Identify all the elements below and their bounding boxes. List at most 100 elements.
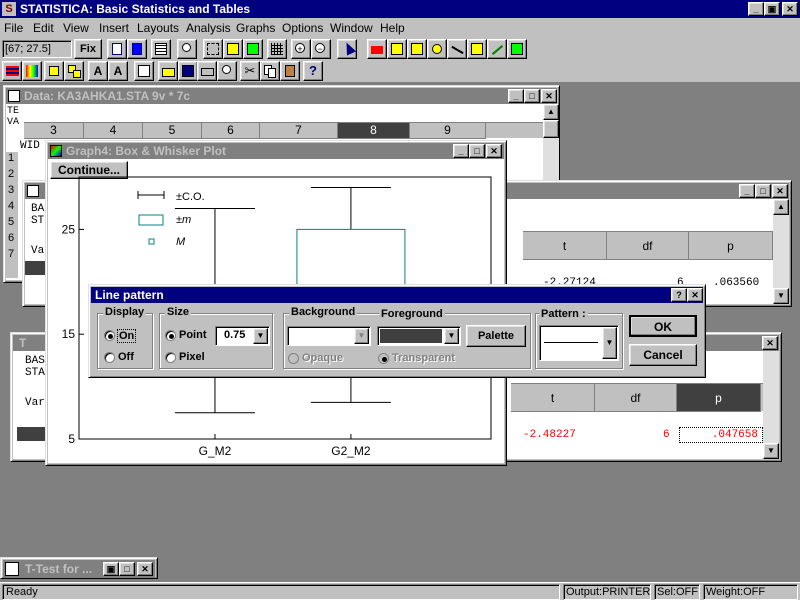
graph-layout-icon[interactable] bbox=[107, 39, 127, 59]
column-header-9[interactable]: 9 bbox=[410, 123, 486, 139]
ttest1-header-df[interactable]: df bbox=[607, 232, 689, 260]
graph-maximize-button[interactable]: □ bbox=[469, 144, 485, 158]
font-increase-icon[interactable]: A bbox=[88, 61, 108, 81]
graph-minimize-button[interactable]: _ bbox=[453, 144, 469, 158]
app-minimize-button[interactable]: _ bbox=[748, 2, 764, 16]
ttest2-header-df[interactable]: df bbox=[595, 384, 677, 412]
menu-help[interactable]: Help bbox=[380, 21, 405, 35]
column-header-3[interactable]: 3 bbox=[24, 123, 84, 139]
grid-icon[interactable] bbox=[267, 39, 287, 59]
draw-tool-2-icon[interactable] bbox=[387, 39, 407, 59]
column-header-8[interactable]: 8 bbox=[338, 123, 410, 139]
transparent-radio[interactable] bbox=[378, 353, 389, 364]
draw-tool-1-icon[interactable] bbox=[367, 39, 387, 59]
ttest1-close-button[interactable]: ✕ bbox=[772, 184, 788, 198]
ttest2-vertical-scrollbar[interactable]: ▼ bbox=[763, 351, 779, 459]
ttest2-close-button[interactable]: ✕ bbox=[762, 336, 778, 350]
ttest2-header-p[interactable]: p bbox=[677, 384, 761, 412]
size-pixel-label[interactable]: Pixel bbox=[179, 351, 205, 363]
draw-tool-6-icon[interactable] bbox=[467, 39, 487, 59]
pattern-dropdown-arrow-icon[interactable]: ▼ bbox=[602, 327, 617, 359]
ttest1-scroll-up-button[interactable]: ▲ bbox=[773, 199, 789, 215]
zoom-plus-icon[interactable]: + bbox=[291, 39, 311, 59]
display-off-label[interactable]: Off bbox=[118, 351, 134, 363]
draw-tool-8-icon[interactable] bbox=[507, 39, 527, 59]
size-dropdown-arrow-icon[interactable]: ▼ bbox=[253, 328, 268, 344]
help-button[interactable]: ? bbox=[303, 61, 323, 81]
background-dropdown-arrow-icon[interactable]: ▼ bbox=[354, 328, 369, 344]
menu-edit[interactable]: Edit bbox=[33, 21, 54, 35]
app-title-bar[interactable]: S STATISTICA: Basic Statistics and Table… bbox=[0, 0, 800, 18]
graph-window-icon[interactable] bbox=[127, 39, 147, 59]
app-restore-button[interactable]: ▣ bbox=[764, 2, 780, 16]
open-file-icon[interactable] bbox=[158, 61, 178, 81]
foreground-color-select[interactable]: ▼ bbox=[377, 326, 461, 346]
frame-double-icon[interactable] bbox=[64, 61, 84, 81]
pattern-select[interactable]: ▼ bbox=[539, 325, 619, 361]
draw-tool-7-icon[interactable] bbox=[487, 39, 507, 59]
pointer-icon[interactable] bbox=[337, 39, 357, 59]
column-header-6[interactable]: 6 bbox=[202, 123, 260, 139]
zoom-minus-icon[interactable]: − bbox=[311, 39, 331, 59]
fix-button[interactable]: Fix bbox=[74, 39, 102, 59]
cancel-button[interactable]: Cancel bbox=[629, 344, 697, 366]
column-header-4[interactable]: 4 bbox=[84, 123, 143, 139]
row-number-6[interactable]: 6 bbox=[8, 232, 14, 244]
transparent-label[interactable]: Transparent bbox=[392, 352, 455, 364]
zoom-region-icon[interactable] bbox=[203, 39, 223, 59]
copy-icon[interactable] bbox=[260, 61, 280, 81]
ok-button[interactable]: OK bbox=[629, 315, 697, 337]
data-scroll-thumb[interactable] bbox=[543, 120, 559, 138]
minimized-restore-button[interactable]: ▣ bbox=[103, 562, 119, 576]
size-value-select[interactable]: 0.75 ▼ bbox=[215, 326, 270, 346]
column-header-7[interactable]: 7 bbox=[260, 123, 338, 139]
opaque-label[interactable]: Opaque bbox=[302, 352, 343, 364]
menu-file[interactable]: File bbox=[4, 21, 23, 35]
size-pixel-radio[interactable] bbox=[165, 352, 176, 363]
ttest2-header-t[interactable]: t bbox=[511, 384, 595, 412]
ttest2-value-p[interactable]: .047658 bbox=[679, 427, 763, 443]
size-point-label[interactable]: Point bbox=[179, 329, 207, 341]
draw-tool-4-icon[interactable] bbox=[427, 39, 447, 59]
cut-icon[interactable]: ✂ bbox=[240, 61, 260, 81]
ttest1-maximize-button[interactable]: □ bbox=[755, 184, 771, 198]
row-number-4[interactable]: 4 bbox=[8, 200, 14, 212]
spreadsheet-icon[interactable] bbox=[151, 39, 171, 59]
row-number-2[interactable]: 2 bbox=[8, 168, 14, 180]
palette-button[interactable]: Palette bbox=[466, 325, 526, 347]
minimized-ttest-window[interactable]: T-Test for ... ▣ □ ✕ bbox=[0, 557, 158, 579]
opaque-radio[interactable] bbox=[288, 353, 299, 364]
menu-graphs[interactable]: Graphs bbox=[236, 21, 275, 35]
menu-insert[interactable]: Insert bbox=[99, 21, 129, 35]
menu-window[interactable]: Window bbox=[330, 21, 373, 35]
color-palette-icon[interactable] bbox=[22, 61, 42, 81]
menu-view[interactable]: View bbox=[63, 21, 89, 35]
row-number-7[interactable]: 7 bbox=[8, 248, 14, 260]
draw-tool-5-icon[interactable] bbox=[447, 39, 467, 59]
menu-layouts[interactable]: Layouts bbox=[137, 21, 179, 35]
paste-icon[interactable] bbox=[280, 61, 300, 81]
display-on-label[interactable]: On bbox=[117, 329, 137, 343]
ttest1-header-p[interactable]: p bbox=[689, 232, 773, 260]
zoom-out-icon[interactable] bbox=[243, 39, 263, 59]
zoom-in-icon[interactable] bbox=[223, 39, 243, 59]
dialog-title-bar[interactable]: Line pattern ? ✕ bbox=[91, 287, 703, 303]
dialog-close-button[interactable]: ✕ bbox=[687, 288, 703, 302]
save-file-icon[interactable] bbox=[178, 61, 198, 81]
graph-close-button[interactable]: ✕ bbox=[486, 144, 502, 158]
data-window-close-button[interactable]: ✕ bbox=[541, 89, 557, 103]
display-off-radio[interactable] bbox=[104, 352, 115, 363]
row-number-5[interactable]: 5 bbox=[8, 216, 14, 228]
data-window-title-bar[interactable]: Data: KA3AHKA1.STA 9v * 7c _ □ ✕ bbox=[6, 88, 557, 104]
data-scroll-up-button[interactable]: ▲ bbox=[543, 104, 559, 120]
row-number-3[interactable]: 3 bbox=[8, 184, 14, 196]
minimized-title-bar[interactable]: T-Test for ... ▣ □ ✕ bbox=[3, 560, 155, 578]
dialog-help-button[interactable]: ? bbox=[671, 288, 687, 302]
frame-yellow-icon[interactable] bbox=[44, 61, 64, 81]
data-window-maximize-button[interactable]: □ bbox=[524, 89, 540, 103]
print-preview-icon[interactable] bbox=[217, 61, 237, 81]
minimized-close-button[interactable]: ✕ bbox=[137, 562, 153, 576]
foreground-dropdown-arrow-icon[interactable]: ▼ bbox=[444, 328, 459, 344]
menu-options[interactable]: Options bbox=[282, 21, 323, 35]
zoom-icon[interactable] bbox=[177, 39, 197, 59]
